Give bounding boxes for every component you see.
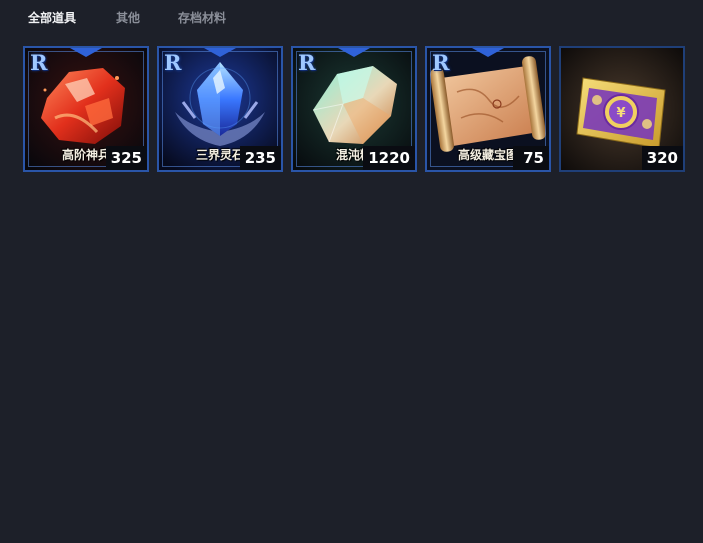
item-count: 75 (513, 146, 549, 170)
rarity-badge: R (30, 50, 48, 75)
rarity-notch (338, 48, 370, 57)
item-slot-coupon[interactable]: ¥ 320 (559, 46, 685, 172)
rarity-notch (204, 48, 236, 57)
rarity-notch (472, 48, 504, 57)
item-slot-three-realms-stone[interactable]: R 三界灵石 235 (157, 46, 283, 172)
tab-all-items[interactable]: 全部道具 (28, 9, 76, 26)
item-count: 235 (239, 146, 281, 170)
rarity-badge: R (298, 50, 316, 75)
item-count: 325 (105, 146, 147, 170)
item-slot-advanced-weapon[interactable]: R 高阶神兵 325 (23, 46, 149, 172)
item-slot-advanced-treasure-map[interactable]: R 高级藏宝图 75 (425, 46, 551, 172)
svg-text:¥: ¥ (616, 106, 625, 121)
item-count: 1220 (363, 146, 415, 170)
tab-save-materials[interactable]: 存档材料 (178, 9, 226, 26)
item-category-tabs: 全部道具 其他 存档材料 (0, 0, 703, 34)
rarity-badge: R (432, 50, 450, 75)
item-slot-chaos-essence[interactable]: R 混沌精 1220 (291, 46, 417, 172)
tab-other[interactable]: 其他 (116, 9, 140, 26)
rarity-badge: R (164, 50, 182, 75)
item-count: 320 (641, 146, 683, 170)
rarity-notch (70, 48, 102, 57)
